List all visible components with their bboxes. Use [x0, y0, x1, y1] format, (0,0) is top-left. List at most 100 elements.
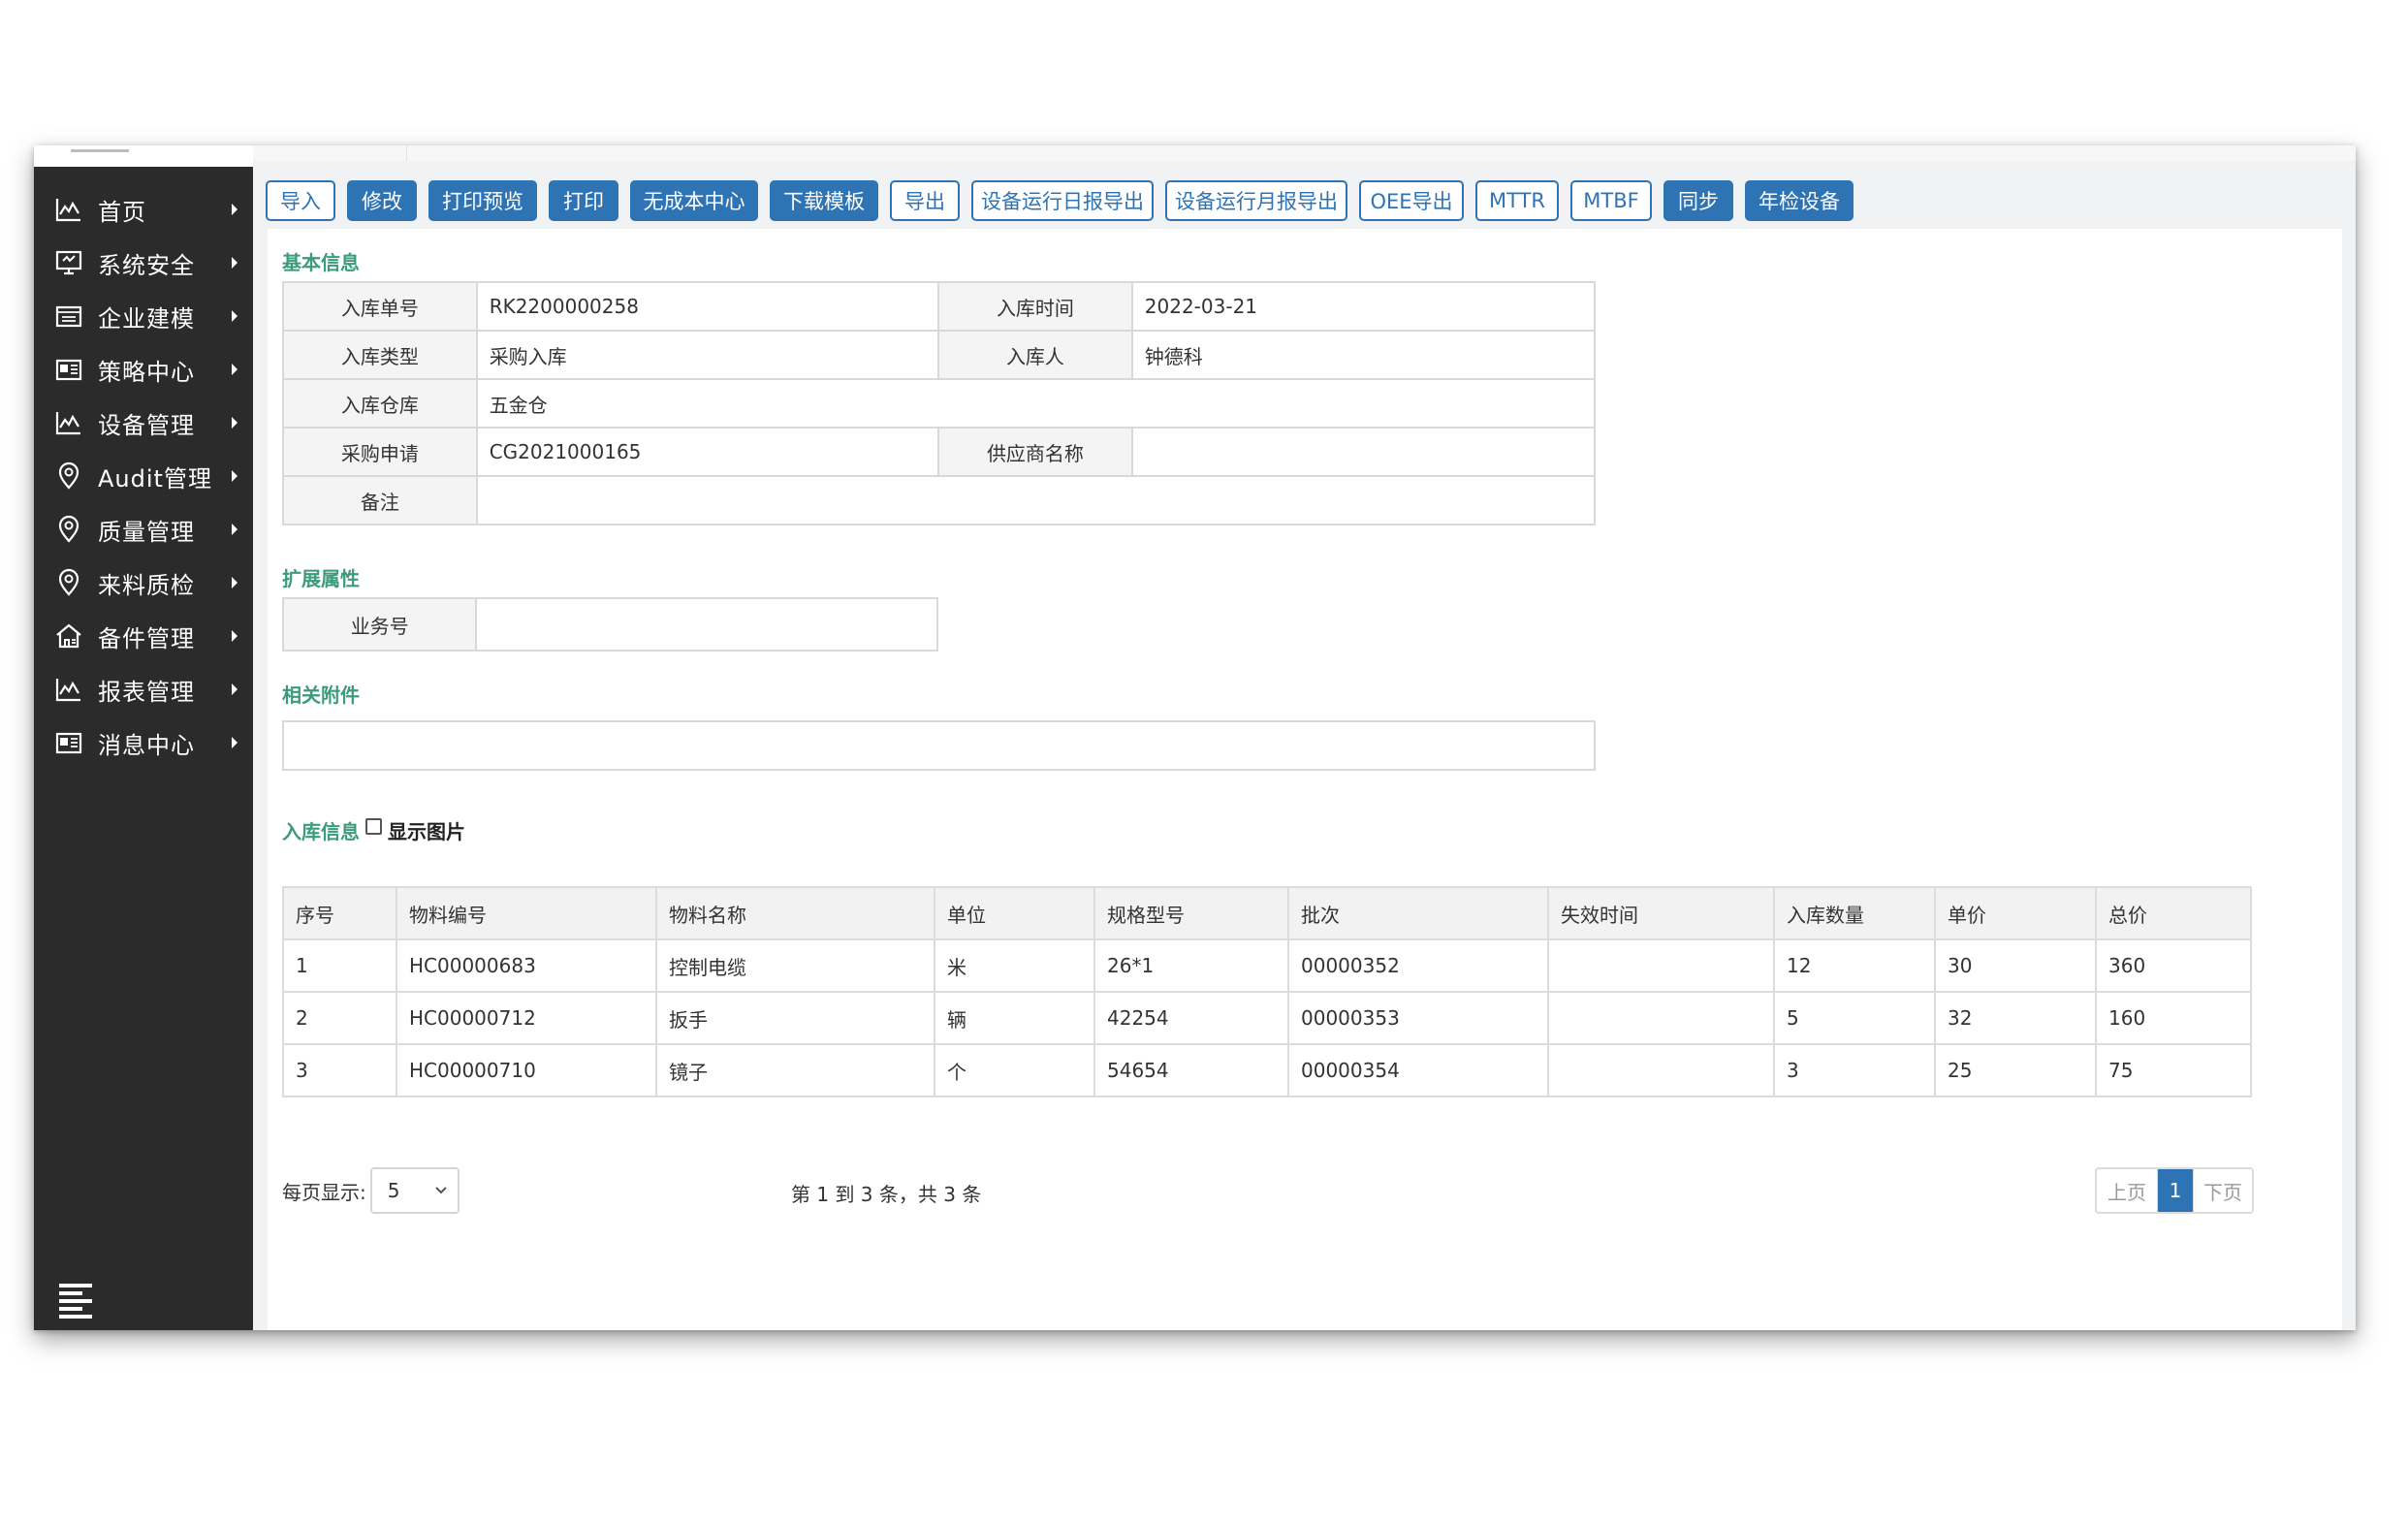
- chevron-right-icon: [232, 364, 238, 375]
- page-size-select[interactable]: 5: [369, 1167, 459, 1214]
- cell-index: 1: [282, 938, 397, 993]
- cell-material-name: 扳手: [655, 991, 935, 1045]
- chevron-right-icon: [232, 417, 238, 429]
- show-image-label: 显示图片: [388, 820, 465, 843]
- chevron-right-icon: [232, 577, 238, 588]
- cell-material-name: 镜子: [655, 1043, 935, 1097]
- inbound-type-value: 采购入库: [475, 330, 940, 380]
- col-header-expiry[interactable]: 失效时间: [1547, 886, 1775, 940]
- sidebar-item-system-security[interactable]: 系统安全: [34, 236, 253, 290]
- mttr-button[interactable]: MTTR: [1475, 180, 1559, 221]
- inbound-time-label: 入库时间: [937, 281, 1133, 332]
- page-size-control: 每页显示: 5: [282, 1167, 459, 1214]
- cell-unit: 辆: [934, 991, 1095, 1045]
- sidebar-item-label: 系统安全: [98, 251, 195, 279]
- sync-button[interactable]: 同步: [1663, 180, 1733, 221]
- cell-unit-price: 30: [1934, 938, 2097, 993]
- cell-expiry: [1547, 938, 1775, 993]
- sidebar-item-audit[interactable]: Audit管理: [34, 449, 253, 503]
- cell-spec: 26*1: [1093, 938, 1289, 993]
- print-preview-button[interactable]: 打印预览: [428, 180, 537, 221]
- col-header-spec[interactable]: 规格型号: [1093, 886, 1289, 940]
- location-pin-icon: [53, 514, 84, 545]
- col-header-material-code[interactable]: 物料编号: [396, 886, 657, 940]
- edit-button[interactable]: 修改: [347, 180, 417, 221]
- table-header-row: 序号 物料编号 物料名称 单位 规格型号 批次 失效时间 入库数量 单价 总价: [282, 886, 2252, 940]
- table-row[interactable]: 1 HC00000683 控制电缆 米 26*1 00000352 12 30 …: [282, 938, 2252, 993]
- col-header-material-name[interactable]: 物料名称: [655, 886, 935, 940]
- mtbf-button[interactable]: MTBF: [1570, 180, 1652, 221]
- chevron-right-icon: [232, 310, 238, 322]
- inbound-items-table: 序号 物料编号 物料名称 单位 规格型号 批次 失效时间 入库数量 单价 总价: [282, 886, 2252, 1097]
- sidebar-item-reports[interactable]: 报表管理: [34, 662, 253, 716]
- sidebar-item-home[interactable]: 首页: [34, 182, 253, 237]
- sidebar-item-enterprise-modeling[interactable]: 企业建模: [34, 289, 253, 343]
- content-panel: 基本信息 入库单号 RK2200000258 入库时间 2022-03-21 入…: [268, 229, 2342, 1330]
- home-icon: [53, 620, 84, 652]
- basic-info-table: 入库单号 RK2200000258 入库时间 2022-03-21 入库类型 采…: [282, 281, 1597, 525]
- extended-attributes-title: 扩展属性: [282, 567, 360, 590]
- cell-unit-price: 25: [1934, 1043, 2097, 1097]
- chevron-right-icon: [232, 470, 238, 482]
- line-chart-icon: [53, 407, 84, 438]
- sidebar-item-label: 来料质检: [98, 571, 195, 599]
- sidebar-item-equipment[interactable]: 设备管理: [34, 396, 253, 450]
- no-cost-center-button[interactable]: 无成本中心: [630, 180, 758, 221]
- chevron-right-icon: [232, 204, 238, 215]
- chevron-down-icon: [435, 1187, 447, 1194]
- remark-label: 备注: [282, 475, 478, 525]
- annual-inspection-button[interactable]: 年检设备: [1745, 180, 1854, 221]
- cell-spec: 54654: [1093, 1043, 1289, 1097]
- extended-attributes-table: 业务号: [281, 597, 938, 652]
- chevron-right-icon: [232, 630, 238, 642]
- table-row[interactable]: 2 HC00000712 扳手 辆 42254 00000353 5 32 16…: [282, 991, 2252, 1045]
- download-template-button[interactable]: 下载模板: [770, 180, 878, 221]
- import-button[interactable]: 导入: [266, 180, 335, 221]
- order-no-label: 入库单号: [282, 281, 478, 332]
- line-chart-icon: [53, 194, 84, 225]
- supplier-label: 供应商名称: [937, 427, 1133, 477]
- chevron-right-icon: [232, 257, 238, 269]
- next-page-button[interactable]: 下页: [2193, 1169, 2252, 1212]
- col-header-index[interactable]: 序号: [282, 886, 397, 940]
- show-image-checkbox[interactable]: [365, 818, 382, 835]
- monthly-report-export-button[interactable]: 设备运行月报导出: [1165, 180, 1347, 221]
- col-header-batch[interactable]: 批次: [1287, 886, 1549, 940]
- cell-total-price: 75: [2095, 1043, 2252, 1097]
- toolbar: 导入 修改 打印预览 打印 无成本中心 下载模板 导出 设备运行日报导出 设备运…: [253, 161, 2356, 225]
- col-header-unit-price[interactable]: 单价: [1934, 886, 2097, 940]
- tab-strip: [253, 145, 2356, 162]
- inbound-time-value: 2022-03-21: [1130, 281, 1597, 332]
- oee-export-button[interactable]: OEE导出: [1359, 180, 1464, 221]
- page-size-label: 每页显示:: [282, 1180, 366, 1204]
- sidebar-item-label: 企业建模: [98, 304, 195, 333]
- sidebar-logo-strip: [34, 145, 253, 167]
- sidebar-item-messages[interactable]: 消息中心: [34, 715, 253, 770]
- current-page-button[interactable]: 1: [2158, 1169, 2193, 1212]
- purchase-request-label: 采购申请: [282, 427, 478, 477]
- cell-index: 2: [282, 991, 397, 1045]
- daily-report-export-button[interactable]: 设备运行日报导出: [971, 180, 1154, 221]
- location-pin-icon: [53, 461, 84, 492]
- sidebar-item-label: 消息中心: [98, 731, 195, 759]
- sidebar-item-label: 备件管理: [98, 624, 195, 652]
- cell-material-code: HC00000683: [396, 938, 657, 993]
- prev-page-button[interactable]: 上页: [2097, 1169, 2158, 1212]
- print-button[interactable]: 打印: [549, 180, 618, 221]
- col-header-total-price[interactable]: 总价: [2095, 886, 2252, 940]
- attachments-area[interactable]: [282, 720, 1596, 771]
- chevron-right-icon: [232, 684, 238, 695]
- table-row[interactable]: 3 HC00000710 镜子 个 54654 00000354 3 25 75: [282, 1043, 2252, 1097]
- location-pin-icon: [53, 567, 84, 598]
- col-header-quantity[interactable]: 入库数量: [1773, 886, 1936, 940]
- sidebar-item-quality[interactable]: 质量管理: [34, 502, 253, 556]
- sidebar-item-spare-parts[interactable]: 备件管理: [34, 609, 253, 663]
- sidebar-item-incoming-inspection[interactable]: 来料质检: [34, 556, 253, 610]
- sidebar-item-strategy-center[interactable]: 策略中心: [34, 342, 253, 397]
- attachments-title: 相关附件: [282, 684, 360, 707]
- monitor-icon: [53, 247, 84, 278]
- page-size-value: 5: [387, 1179, 400, 1202]
- menu-toggle-icon[interactable]: [59, 1282, 92, 1320]
- col-header-unit[interactable]: 单位: [934, 886, 1095, 940]
- export-button[interactable]: 导出: [890, 180, 960, 221]
